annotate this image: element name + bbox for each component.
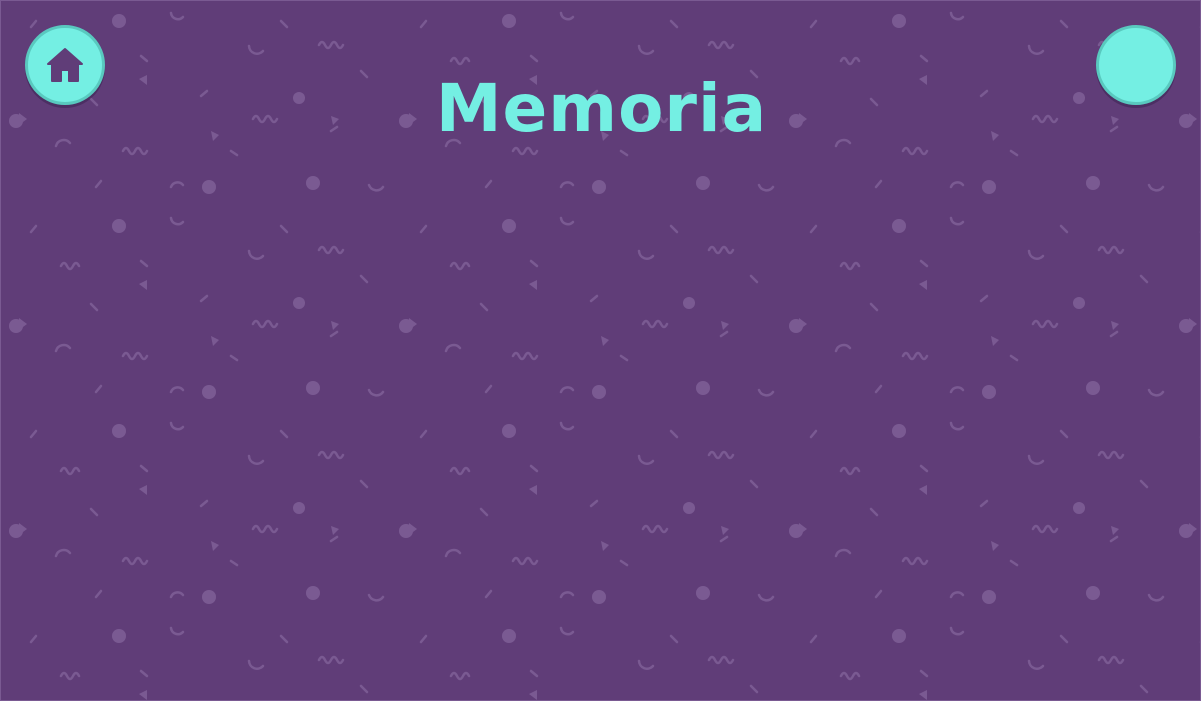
game-screen: Memoria: [0, 0, 1201, 701]
page-title: Memoria: [435, 70, 768, 147]
